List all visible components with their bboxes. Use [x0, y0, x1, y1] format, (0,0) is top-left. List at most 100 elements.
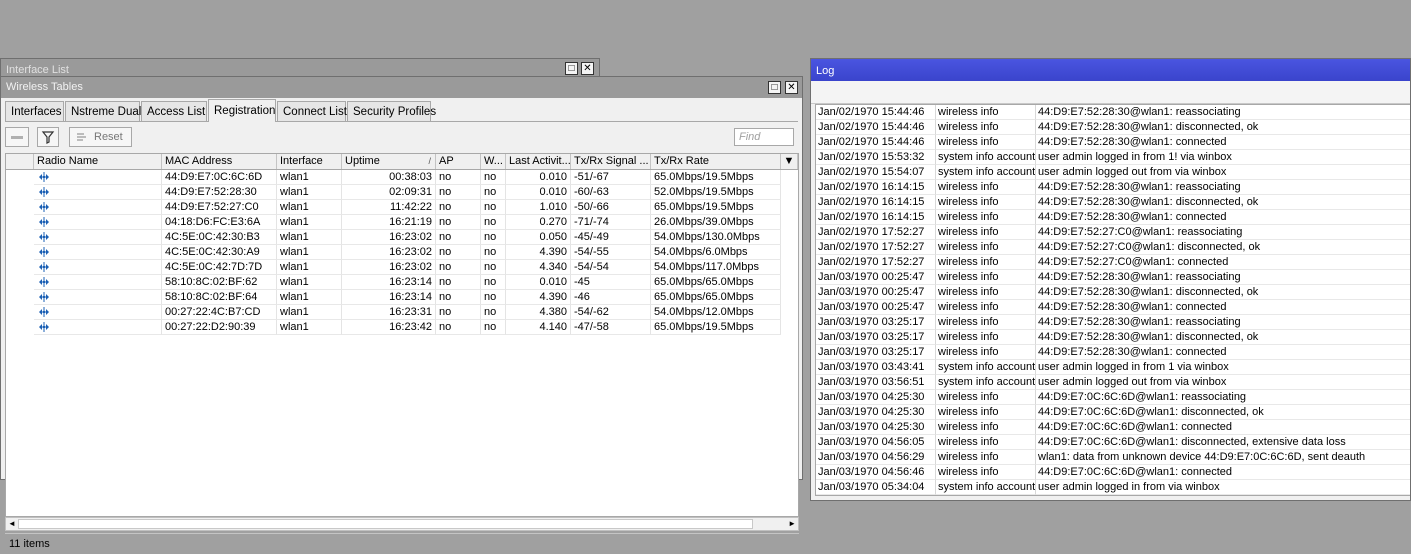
scroll-left-icon[interactable]: ◄ — [8, 518, 16, 530]
cell-wds: no — [481, 260, 506, 275]
cell-signal: -60/-63 — [571, 185, 651, 200]
maximize-button[interactable]: □ — [565, 62, 578, 75]
column-header-wds[interactable]: W... — [481, 154, 506, 169]
log-entry[interactable]: Jan/03/1970 04:56:05 wireless info 44:D9:E… — [816, 435, 1410, 450]
log-entry[interactable]: Jan/02/1970 17:52:27 wireless info 44:D9:E… — [816, 225, 1410, 240]
log-entry[interactable]: Jan/03/1970 04:56:29 wireless info wlan1: … — [816, 450, 1410, 465]
log-title[interactable]: Log — [811, 59, 1410, 81]
column-header-radio-name[interactable]: Radio Name — [34, 154, 162, 169]
column-header-uptime[interactable]: Uptime / — [342, 154, 436, 169]
cell-uptime: 11:42:22 — [342, 200, 436, 215]
log-time: Jan/03/1970 00:25:47 — [816, 285, 936, 300]
tab-security-profiles[interactable]: Security Profiles — [347, 101, 436, 122]
log-entry[interactable]: Jan/03/1970 00:25:47 wireless info 44:D9:E… — [816, 300, 1410, 315]
interface-list-window[interactable]: Interface List □ ✕ — [0, 58, 600, 78]
log-entry[interactable]: Jan/03/1970 03:56:51 system info account u… — [816, 375, 1410, 390]
log-topics: wireless info — [936, 315, 1036, 330]
log-entry[interactable]: Jan/02/1970 15:44:46 wireless info 44:D9:E… — [816, 135, 1410, 150]
cell-wds: no — [481, 185, 506, 200]
filter-button[interactable] — [37, 127, 59, 147]
column-header-ap[interactable]: AP — [436, 154, 481, 169]
log-entry[interactable]: Jan/03/1970 03:25:17 wireless info 44:D9:E… — [816, 330, 1410, 345]
cell-rate: 65.0Mbps/65.0Mbps — [651, 275, 781, 290]
tab-interfaces[interactable]: Interfaces — [5, 101, 64, 122]
table-row[interactable]: 00:27:22:D2:90:39 wlan1 16:23:42 no no 4.140-… — [6, 320, 798, 335]
tab-connect-list[interactable]: Connect List — [277, 101, 347, 122]
cell-mac: 44:D9:E7:52:27:C0 — [162, 200, 277, 215]
tab-access-list[interactable]: Access List — [141, 101, 207, 122]
cell-mac: 00:27:22:D2:90:39 — [162, 320, 277, 335]
log-entry[interactable]: Jan/02/1970 15:44:46 wireless info 44:D9:E… — [816, 105, 1410, 120]
log-entry[interactable]: Jan/02/1970 16:14:15 wireless info 44:D9:E… — [816, 195, 1410, 210]
toolbar: Reset Find — [5, 125, 798, 151]
scroll-right-icon[interactable]: ► — [788, 518, 796, 530]
table-row[interactable]: 58:10:8C:02:BF:64 wlan1 16:23:14 no no 4.390-… — [6, 290, 798, 305]
cell-ap: no — [436, 185, 481, 200]
log-entry[interactable]: Jan/02/1970 16:14:15 wireless info 44:D9:E… — [816, 210, 1410, 225]
column-header-interface[interactable]: Interface — [277, 154, 342, 169]
table-row[interactable]: 4C:5E:0C:42:7D:7D wlan1 16:23:02 no no 4.340-… — [6, 260, 798, 275]
scrollbar-thumb[interactable] — [18, 519, 753, 529]
column-header-mac-address[interactable]: MAC Address — [162, 154, 277, 169]
tab-nstreme-dual[interactable]: Nstreme Dual — [65, 101, 141, 122]
table-row[interactable]: 58:10:8C:02:BF:62 wlan1 16:23:14 no no 0.010-… — [6, 275, 798, 290]
table-row[interactable]: 4C:5E:0C:42:30:B3 wlan1 16:23:02 no no 0.050-… — [6, 230, 798, 245]
wireless-tables-title[interactable]: Wireless Tables — [1, 77, 802, 98]
log-entry[interactable]: Jan/03/1970 00:25:47 wireless info 44:D9:E… — [816, 270, 1410, 285]
close-button[interactable]: ✕ — [785, 81, 798, 94]
close-button[interactable]: ✕ — [581, 62, 594, 75]
log-entry[interactable]: Jan/03/1970 00:25:47 wireless info 44:D9:E… — [816, 285, 1410, 300]
find-input[interactable]: Find — [734, 128, 794, 146]
log-entry[interactable]: Jan/02/1970 16:14:15 wireless info 44:D9:E… — [816, 180, 1410, 195]
table-row[interactable]: 44:D9:E7:52:28:30 wlan1 02:09:31 no no 0.010-… — [6, 185, 798, 200]
log-entry[interactable]: Jan/02/1970 15:53:32 system info account u… — [816, 150, 1410, 165]
remove-button[interactable] — [5, 127, 29, 147]
registration-table[interactable]: Radio Name MAC Address Interface Uptime … — [5, 153, 799, 517]
column-menu-icon[interactable]: ▼ — [781, 154, 798, 169]
log-entry[interactable]: Jan/03/1970 03:25:17 wireless info 44:D9:E… — [816, 315, 1410, 330]
log-entry[interactable]: Jan/02/1970 17:52:27 wireless info 44:D9:E… — [816, 240, 1410, 255]
maximize-button[interactable]: □ — [768, 81, 781, 94]
cell-radio — [34, 170, 162, 185]
log-msg: 44:D9:E7:52:28:30@wlan1: disconnected, o… — [1036, 195, 1410, 210]
table-row[interactable]: 4C:5E:0C:42:30:A9 wlan1 16:23:02 no no 4.390-… — [6, 245, 798, 260]
column-header-rate[interactable]: Tx/Rx Rate — [651, 154, 781, 169]
log-msg: 44:D9:E7:52:28:30@wlan1: reassociating — [1036, 270, 1410, 285]
log-msg: 44:D9:E7:52:28:30@wlan1: disconnected, o… — [1036, 120, 1410, 135]
table-row[interactable]: 04:18:D6:FC:E3:6A wlan1 16:21:19 no no 0.270-… — [6, 215, 798, 230]
log-time: Jan/02/1970 17:52:27 — [816, 240, 936, 255]
log-time: Jan/03/1970 04:56:29 — [816, 450, 936, 465]
cell-signal: -54/-62 — [571, 305, 651, 320]
log-entry[interactable]: Jan/02/1970 15:44:46 wireless info 44:D9:E… — [816, 120, 1410, 135]
log-entry[interactable]: Jan/03/1970 05:34:04 system info account u… — [816, 480, 1410, 495]
cell-rate: 65.0Mbps/19.5Mbps — [651, 320, 781, 335]
log-entry[interactable]: Jan/03/1970 04:25:30 wireless info 44:D9:E… — [816, 420, 1410, 435]
reset-button[interactable]: Reset — [69, 127, 132, 147]
log-entry[interactable]: Jan/03/1970 04:56:46 wireless info 44:D9:E… — [816, 465, 1410, 480]
log-entry[interactable]: Jan/02/1970 15:54:07 system info account u… — [816, 165, 1410, 180]
table-row[interactable]: 44:D9:E7:0C:6C:6D wlan1 00:38:03 no no 0.010-… — [6, 170, 798, 185]
log-list[interactable]: Jan/02/1970 15:44:46 wireless info 44:D9:E… — [815, 104, 1410, 496]
log-time: Jan/03/1970 00:25:47 — [816, 270, 936, 285]
column-header-last-activity[interactable]: Last Activit... — [506, 154, 571, 169]
cell-uptime: 16:23:14 — [342, 275, 436, 290]
horizontal-scrollbar[interactable]: ◄ ► — [5, 517, 799, 531]
log-entry[interactable]: Jan/03/1970 03:43:41 system info account u… — [816, 360, 1410, 375]
log-msg: 44:D9:E7:0C:6C:6D@wlan1: reassociating — [1036, 390, 1410, 405]
cell-mac: 4C:5E:0C:42:30:B3 — [162, 230, 277, 245]
log-entry[interactable]: Jan/03/1970 04:25:30 wireless info 44:D9:E… — [816, 405, 1410, 420]
log-msg: 44:D9:E7:52:27:C0@wlan1: connected — [1036, 255, 1410, 270]
tab-registration[interactable]: Registration — [208, 99, 276, 122]
log-entry[interactable]: Jan/03/1970 04:25:30 wireless info 44:D9:E… — [816, 390, 1410, 405]
log-entry[interactable]: Jan/03/1970 03:25:17 wireless info 44:D9:E… — [816, 345, 1410, 360]
log-topics: system info account — [936, 375, 1036, 390]
cell-uptime: 16:23:14 — [342, 290, 436, 305]
log-topics: wireless info — [936, 405, 1036, 420]
log-time: Jan/03/1970 04:25:30 — [816, 390, 936, 405]
column-header-signal[interactable]: Tx/Rx Signal ... — [571, 154, 651, 169]
log-entry[interactable]: Jan/02/1970 17:52:27 wireless info 44:D9:E… — [816, 255, 1410, 270]
table-row[interactable]: 44:D9:E7:52:27:C0 wlan1 11:42:22 no no 1.010-… — [6, 200, 798, 215]
cell-signal: -71/-74 — [571, 215, 651, 230]
table-row[interactable]: 00:27:22:4C:B7:CD wlan1 16:23:31 no no 4.380-… — [6, 305, 798, 320]
cell-last: 1.010 — [506, 200, 571, 215]
